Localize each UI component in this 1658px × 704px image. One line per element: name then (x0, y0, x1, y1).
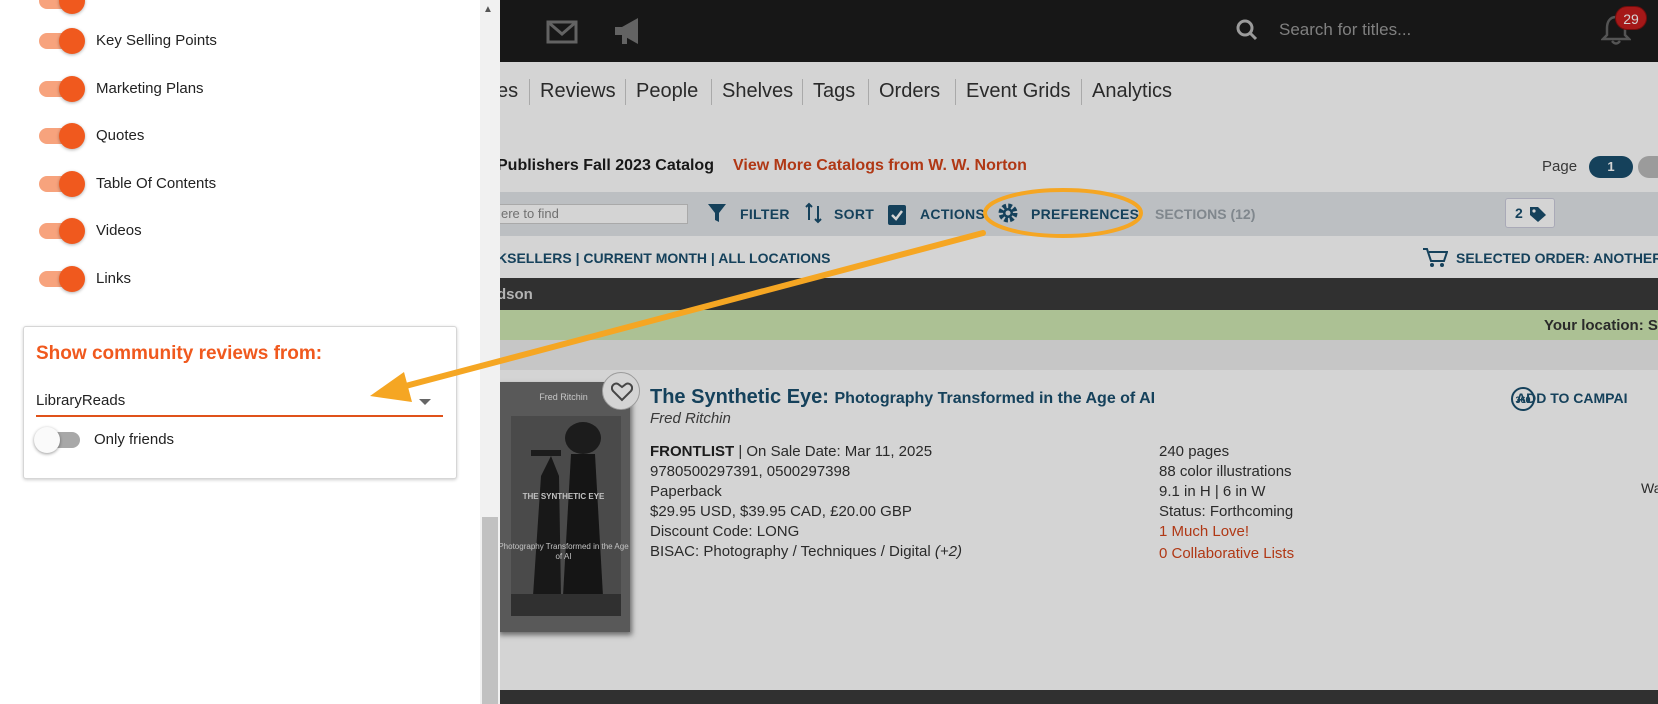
toggle-only-friends[interactable]: Only friends (34, 425, 334, 455)
toggle-knob (59, 123, 85, 149)
community-source-value: LibraryReads (36, 392, 126, 409)
toggle-label: Videos (96, 222, 142, 239)
toggle-knob (59, 171, 85, 197)
community-reviews-title: Show community reviews from: (36, 343, 323, 364)
scroll-up-arrow-icon[interactable]: ▲ (483, 4, 493, 15)
toggle-label: Table Of Contents (96, 175, 217, 192)
toggle-label: Quotes (96, 127, 145, 144)
toggle-label: Key Selling Points (96, 32, 217, 49)
toggle-knob (59, 76, 85, 102)
toggle-label: Only friends (94, 431, 175, 448)
preferences-panel: Key Selling Points Marketing Plans Quote… (0, 0, 500, 704)
toggle-knob (59, 266, 85, 292)
toggle-knob (59, 218, 85, 244)
toggle-knob (34, 427, 60, 453)
toggle-label: Links (96, 270, 132, 287)
community-reviews-card: Show community reviews from: LibraryRead… (23, 326, 457, 479)
community-source-select[interactable]: LibraryReads (36, 387, 443, 417)
toggle-knob (59, 28, 85, 54)
chevron-down-icon (419, 399, 431, 405)
toggle-label: Marketing Plans (96, 80, 204, 97)
scrollbar-thumb[interactable] (482, 517, 498, 704)
